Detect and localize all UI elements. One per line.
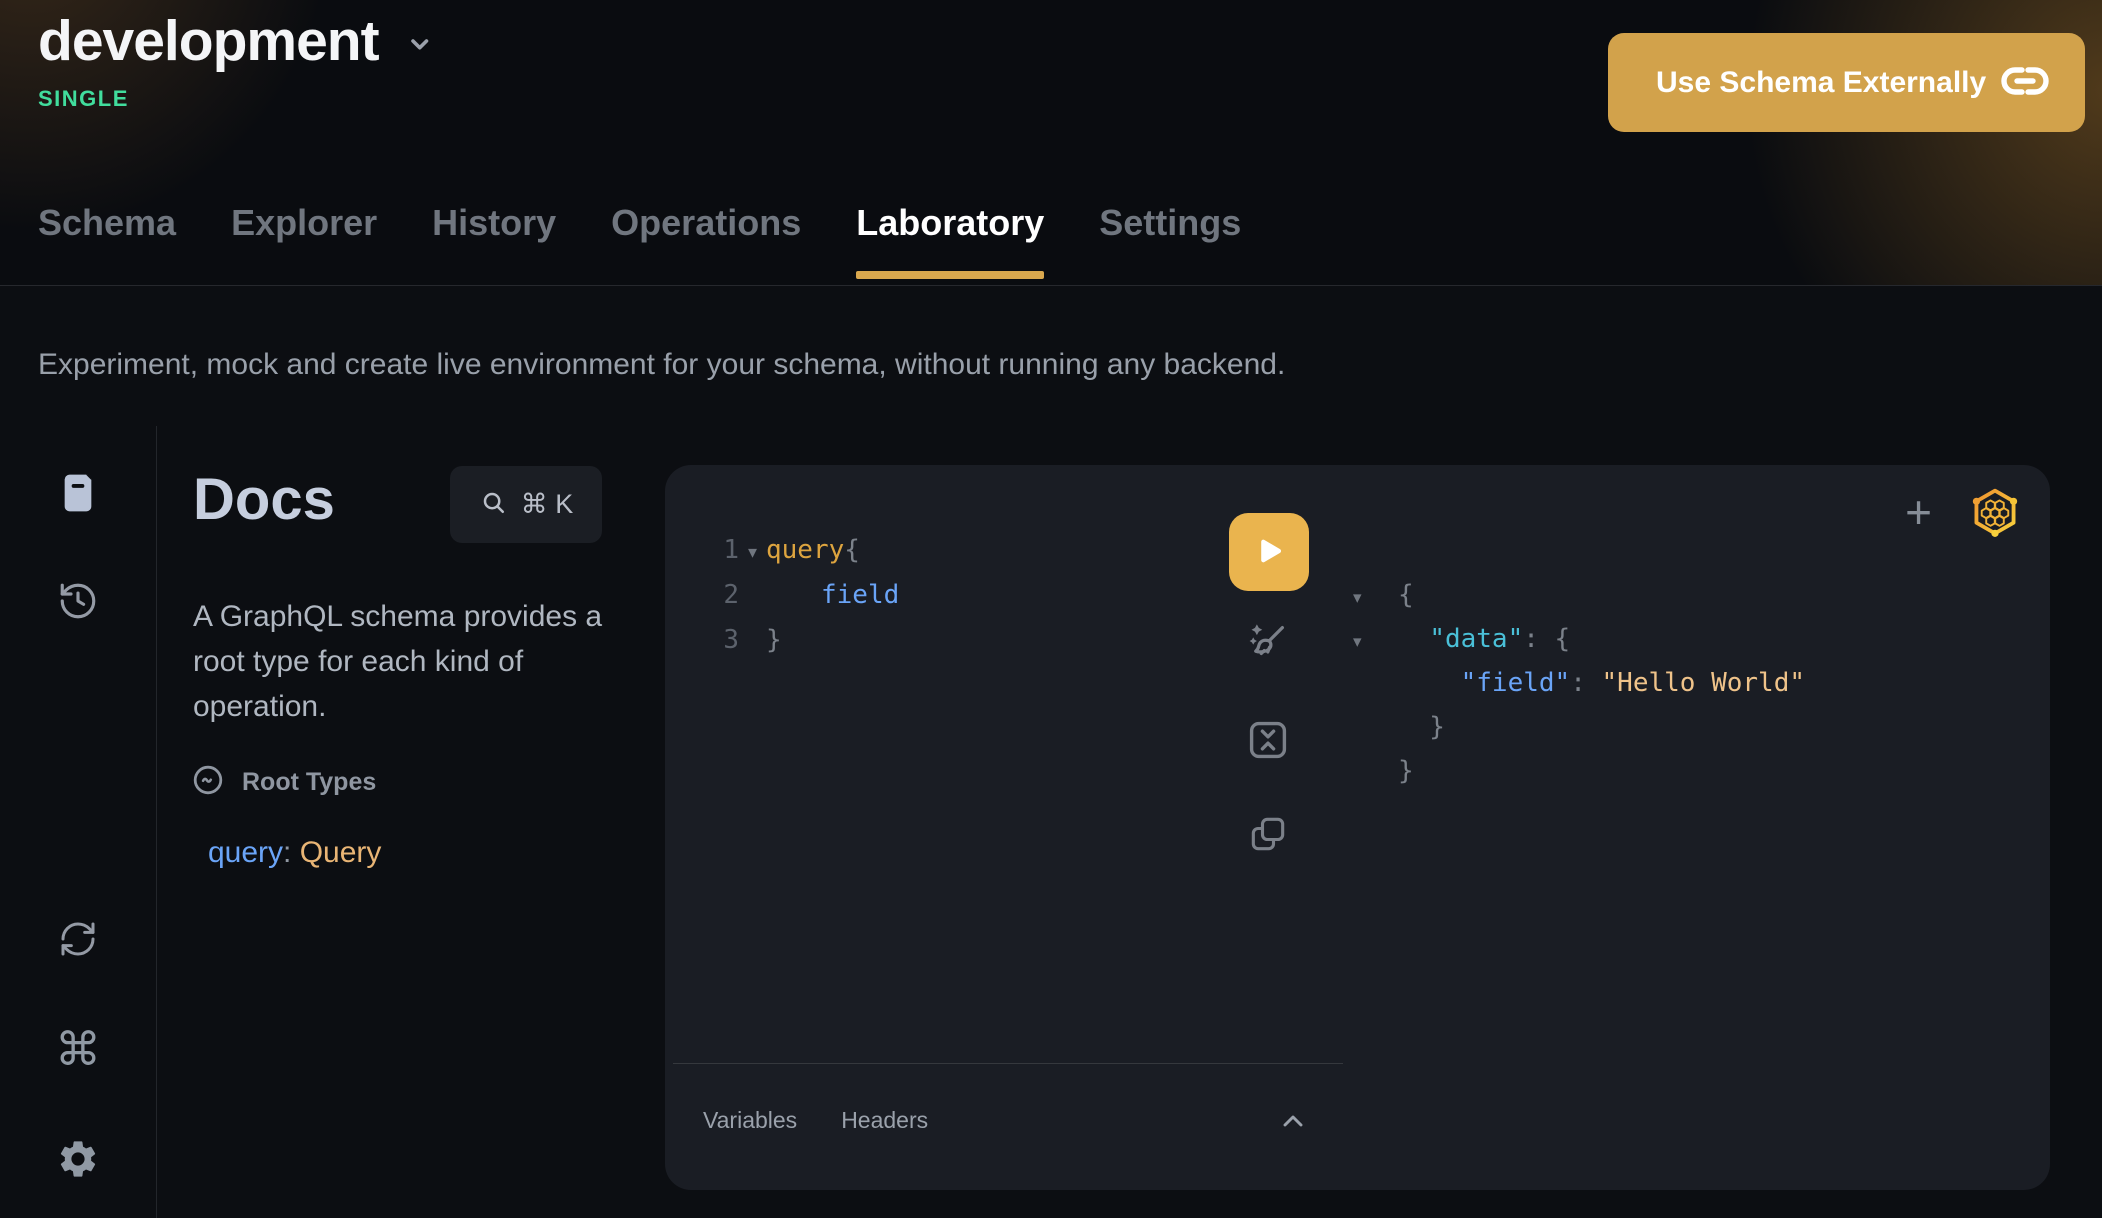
- tab-schema[interactable]: Schema: [38, 202, 176, 279]
- fold-marker-icon[interactable]: ▾: [739, 530, 766, 575]
- root-type-type-name: Query: [300, 836, 382, 869]
- response-line: "field": "Hello World": [1353, 661, 1805, 705]
- editor-tools-divider: [673, 1063, 1343, 1064]
- chevron-down-icon[interactable]: [401, 26, 437, 67]
- tab-history[interactable]: History: [432, 202, 556, 279]
- project-switcher[interactable]: development: [38, 8, 437, 74]
- environment-badge: SINGLE: [38, 86, 129, 112]
- docs-icon[interactable]: [53, 468, 103, 518]
- use-schema-externally-label: Use Schema Externally: [1656, 66, 1986, 100]
- tab-settings[interactable]: Settings: [1099, 202, 1241, 279]
- graphiql-sidebar: ⌘: [0, 426, 157, 1218]
- tab-laboratory[interactable]: Laboratory: [856, 202, 1044, 279]
- shortcuts-icon[interactable]: ⌘: [53, 1024, 103, 1074]
- fold-marker-icon[interactable]: ▾: [1353, 620, 1398, 664]
- prettify-button[interactable]: [1243, 617, 1293, 667]
- docs-search-button[interactable]: ⌘ K: [450, 466, 602, 543]
- editor-line: 3 }: [722, 618, 899, 663]
- root-type-field-name: query: [208, 836, 283, 869]
- root-types-label: Root Types: [242, 768, 376, 797]
- history-icon[interactable]: [53, 576, 103, 626]
- tab-explorer[interactable]: Explorer: [231, 202, 377, 279]
- root-types-header: Root Types: [192, 764, 376, 801]
- headers-tab[interactable]: Headers: [841, 1107, 928, 1134]
- search-icon: [479, 488, 509, 521]
- collapse-editor-tools-button[interactable]: [1273, 1105, 1313, 1139]
- graphiql-panel: 1 ▾ query{ 2 field 3 }: [665, 465, 2050, 1190]
- execute-query-button[interactable]: [1229, 513, 1309, 591]
- reload-icon[interactable]: [53, 914, 103, 964]
- root-types-icon: [192, 764, 224, 801]
- editor-line: 1 ▾ query{: [722, 528, 899, 573]
- response-line: ▾ {: [1353, 573, 1805, 617]
- editor-line: 2 field: [722, 573, 899, 618]
- variables-tab[interactable]: Variables: [703, 1107, 797, 1134]
- tab-operations[interactable]: Operations: [611, 202, 801, 279]
- search-shortcut-key: K: [548, 489, 574, 519]
- page-subtitle: Experiment, mock and create live environ…: [38, 348, 1285, 382]
- copy-query-button[interactable]: [1243, 809, 1293, 859]
- response-line: }: [1353, 705, 1805, 749]
- docs-panel-title: Docs: [193, 466, 335, 533]
- root-type-query-link[interactable]: query: Query: [208, 836, 381, 870]
- editor-bottom-bar: Variables Headers: [703, 1107, 928, 1134]
- laboratory-page: { "header": { "project_name": "developme…: [0, 0, 2102, 1218]
- main-area: ⌘ Docs ⌘ K A GraphQL schema provides a r…: [0, 426, 2102, 1218]
- command-key-glyph: ⌘: [521, 489, 548, 520]
- page-title: development: [38, 8, 379, 74]
- link-icon: [1999, 61, 2051, 104]
- hive-logo-icon[interactable]: [1968, 485, 2022, 539]
- response-viewer: ▾ { ▾ "data": { "field": "Hello World" }…: [1353, 573, 1805, 793]
- query-editor[interactable]: 1 ▾ query{ 2 field 3 }: [722, 528, 899, 663]
- header: development SINGLE Use Schema Externally…: [0, 0, 2102, 286]
- response-line: ▾ "data": {: [1353, 617, 1805, 661]
- play-icon: [1252, 534, 1286, 571]
- merge-fragments-button[interactable]: [1243, 715, 1293, 765]
- use-schema-externally-button[interactable]: Use Schema Externally: [1608, 33, 2085, 132]
- settings-gear-icon[interactable]: [53, 1134, 103, 1184]
- docs-description: A GraphQL schema provides a root type fo…: [193, 594, 623, 729]
- chevron-up-icon: [1285, 1117, 1301, 1125]
- fold-marker-icon[interactable]: ▾: [1353, 576, 1398, 620]
- tab-bar: Schema Explorer History Operations Labor…: [38, 202, 1241, 279]
- response-line: }: [1353, 749, 1805, 793]
- new-tab-button[interactable]: +: [1905, 489, 1932, 535]
